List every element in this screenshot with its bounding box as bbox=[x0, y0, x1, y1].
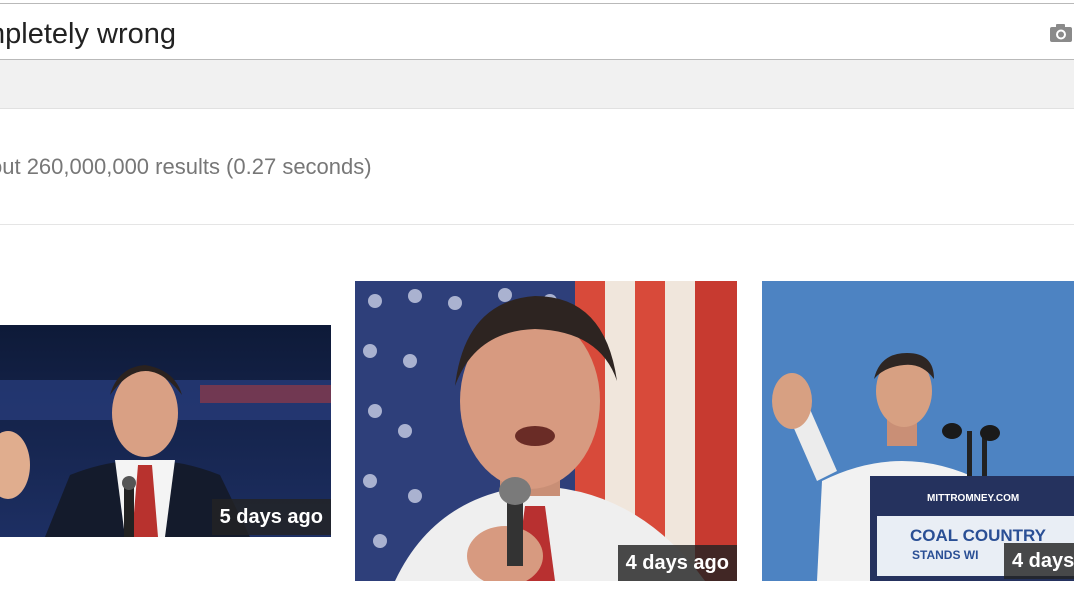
search-results-page: mpletely wrong out 260,000,000 results (… bbox=[0, 0, 1074, 600]
divider bbox=[0, 224, 1074, 225]
podium-sign-site: MITTROMNEY.COM bbox=[927, 493, 1019, 504]
image-result-3[interactable]: MITTROMNEY.COM COAL COUNTRY STANDS WI 4 … bbox=[762, 281, 1074, 581]
image-result-3-photo: MITTROMNEY.COM COAL COUNTRY STANDS WI bbox=[762, 281, 1074, 581]
search-input[interactable]: mpletely wrong bbox=[0, 4, 176, 59]
result-stats: out 260,000,000 results (0.27 seconds) bbox=[0, 154, 372, 179]
camera-icon[interactable] bbox=[1049, 22, 1074, 44]
search-tools-bar bbox=[0, 60, 1074, 109]
image-result-1[interactable]: 5 days ago bbox=[0, 325, 331, 537]
image-result-2[interactable]: 4 days ago bbox=[355, 281, 737, 581]
image-age-badge: 4 days ago bbox=[617, 545, 737, 581]
image-age-badge: 4 days bbox=[1004, 543, 1074, 579]
image-result-2-photo bbox=[355, 281, 737, 581]
image-age-badge: 5 days ago bbox=[211, 499, 331, 535]
search-bar[interactable]: mpletely wrong bbox=[0, 3, 1074, 60]
podium-sign-subline: STANDS WI bbox=[912, 548, 978, 562]
